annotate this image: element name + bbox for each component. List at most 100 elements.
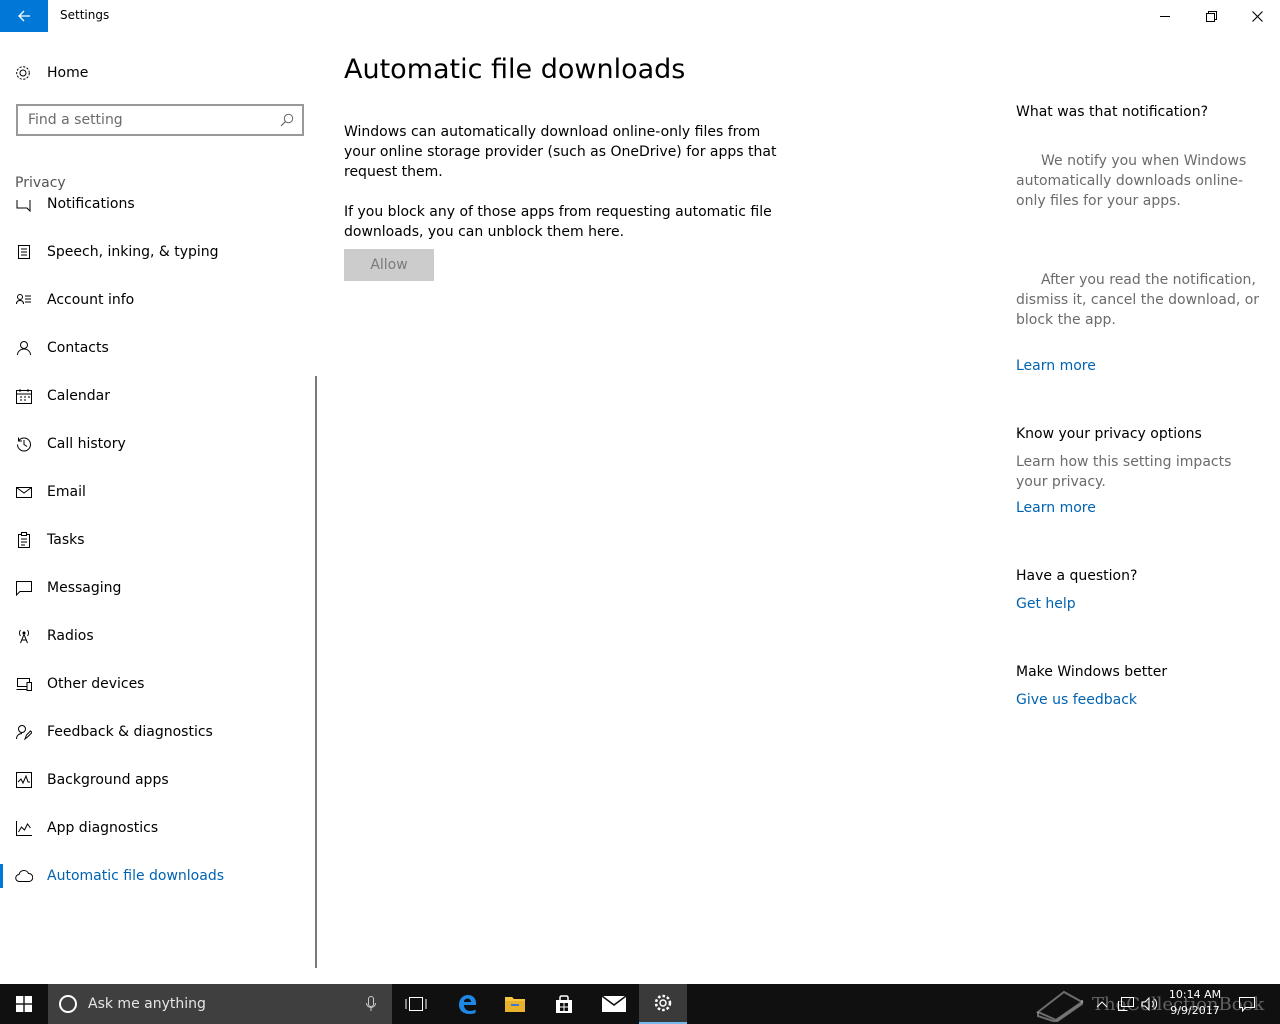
sidebar-item-automatic-file-downloads[interactable]: Automatic file downloads [0, 852, 316, 900]
radio-icon [15, 627, 33, 645]
privacy-text: Learn how this setting impacts your priv… [1016, 454, 1232, 490]
action-center-button[interactable] [1236, 984, 1258, 1024]
cortana-search-input[interactable]: Ask me anything [88, 996, 366, 1012]
sidebar-item-label: Tasks [47, 532, 85, 548]
privacy-heading: Know your privacy options [1016, 426, 1202, 442]
taskbar: Ask me anything TheCollectionBook 10:14 … [0, 984, 1280, 1024]
sidebar-item-speech[interactable]: Speech, inking, & typing [0, 228, 316, 276]
learn-more-link-1[interactable]: Learn more [1016, 356, 1096, 376]
settings-window: Settings Home Find a setting Privacy Not… [0, 0, 1280, 984]
notification-text-1: We notify you when Windows automatically… [1016, 153, 1247, 209]
messaging-icon [15, 579, 33, 597]
sidebar-item-label: App diagnostics [47, 820, 159, 836]
taskbar-clock[interactable]: 10:14 AM 9/9/2017 [1160, 987, 1230, 1019]
sidebar-item-label: Speech, inking, & typing [47, 244, 219, 260]
sidebar-item-app-diagnostics[interactable]: App diagnostics [0, 804, 316, 852]
sidebar-item-label: Other devices [47, 676, 145, 692]
cortana-icon [59, 995, 77, 1013]
sidebar-item-account-info[interactable]: Account info [0, 276, 316, 324]
close-button[interactable] [1234, 0, 1280, 32]
task-view-button[interactable] [392, 984, 440, 1024]
find-setting-search[interactable]: Find a setting [16, 104, 304, 136]
close-icon [1251, 10, 1263, 22]
sidebar-item-calendar[interactable]: Calendar [0, 372, 316, 420]
sidebar-item-messaging[interactable]: Messaging [0, 564, 316, 612]
sidebar-scrollbar[interactable] [315, 376, 317, 968]
allow-button[interactable]: Allow [344, 249, 434, 281]
show-hidden-icons-button[interactable] [1090, 984, 1114, 1024]
sidebar-item-notifications[interactable]: Notifications [0, 193, 316, 228]
privacy-nav: Notifications Speech, inking, & typing A… [0, 193, 316, 913]
sidebar-item-label: Calendar [47, 388, 110, 404]
question-heading: Have a question? [1016, 568, 1138, 584]
start-button[interactable] [0, 984, 48, 1024]
restore-icon [1205, 10, 1217, 22]
settings-taskbar-button[interactable] [639, 984, 687, 1024]
sidebar-item-label: Account info [47, 292, 135, 308]
network-icon [1118, 997, 1134, 1011]
calendar-icon [15, 387, 33, 405]
store-icon [556, 995, 572, 1013]
window-title: Settings [60, 8, 110, 22]
file-explorer-button[interactable] [491, 984, 539, 1024]
devices-icon [15, 675, 33, 693]
clock-date: 9/9/2017 [1170, 1004, 1220, 1017]
sidebar-item-label: Background apps [47, 772, 169, 788]
search-input[interactable]: Find a setting [28, 112, 272, 128]
volume-button[interactable] [1138, 984, 1162, 1024]
sidebar-item-radios[interactable]: Radios [0, 612, 316, 660]
network-button[interactable] [1114, 984, 1138, 1024]
edge-taskbar-button[interactable] [443, 984, 491, 1024]
title-bar: Settings [0, 0, 1280, 32]
action-center-icon [1239, 997, 1255, 1012]
give-feedback-link[interactable]: Give us feedback [1016, 690, 1137, 710]
sidebar-item-label: Radios [47, 628, 94, 644]
windows-logo-icon [16, 996, 32, 1012]
contacts-icon [15, 339, 33, 357]
speech-icon [15, 243, 33, 261]
unblock-paragraph: If you block any of those apps from requ… [344, 204, 772, 240]
feedback-icon [15, 723, 33, 741]
book-logo-icon [1036, 990, 1084, 1022]
home-label: Home [47, 65, 89, 81]
get-help-link[interactable]: Get help [1016, 594, 1076, 614]
description-paragraph: Windows can automatically download onlin… [344, 124, 777, 180]
mail-button[interactable] [590, 984, 638, 1024]
page-title: Automatic file downloads [344, 54, 686, 85]
sidebar-item-other-devices[interactable]: Other devices [0, 660, 316, 708]
restore-button[interactable] [1188, 0, 1234, 32]
chevron-up-icon [1096, 1001, 1108, 1008]
gear-icon [16, 66, 30, 80]
home-link[interactable]: Home [14, 60, 88, 86]
account-info-icon [15, 291, 33, 309]
learn-more-link-2[interactable]: Learn more [1016, 498, 1096, 518]
history-icon [15, 435, 33, 453]
volume-icon [1141, 997, 1158, 1011]
sidebar-item-label: Contacts [47, 340, 109, 356]
cortana-search-box[interactable]: Ask me anything [48, 984, 392, 1024]
cloud-icon [15, 867, 33, 885]
sidebar-item-label: Automatic file downloads [47, 868, 225, 884]
minimize-icon [1159, 15, 1170, 17]
sidebar-item-contacts[interactable]: Contacts [0, 324, 316, 372]
sidebar-item-call-history[interactable]: Call history [0, 420, 316, 468]
sidebar-item-background-apps[interactable]: Background apps [0, 756, 316, 804]
notification-heading: What was that notification? [1016, 104, 1209, 120]
app-diagnostics-icon [15, 819, 33, 837]
minimize-button[interactable] [1142, 0, 1188, 32]
sidebar-item-label: Notifications [47, 196, 135, 212]
sidebar-item-label: Call history [47, 436, 126, 452]
sidebar-item-feedback[interactable]: Feedback & diagnostics [0, 708, 316, 756]
sidebar-item-label: Messaging [47, 580, 122, 596]
clock-time: 10:14 AM [1168, 988, 1222, 1001]
section-label-privacy: Privacy [15, 175, 66, 191]
folder-icon [505, 997, 525, 1012]
sidebar-item-tasks[interactable]: Tasks [0, 516, 316, 564]
store-button[interactable] [540, 984, 588, 1024]
gear-icon [654, 994, 672, 1012]
back-button[interactable] [0, 0, 48, 32]
microphone-icon [366, 996, 376, 1011]
search-icon[interactable] [272, 113, 302, 127]
mail-icon [602, 996, 626, 1012]
sidebar-item-email[interactable]: Email [0, 468, 316, 516]
